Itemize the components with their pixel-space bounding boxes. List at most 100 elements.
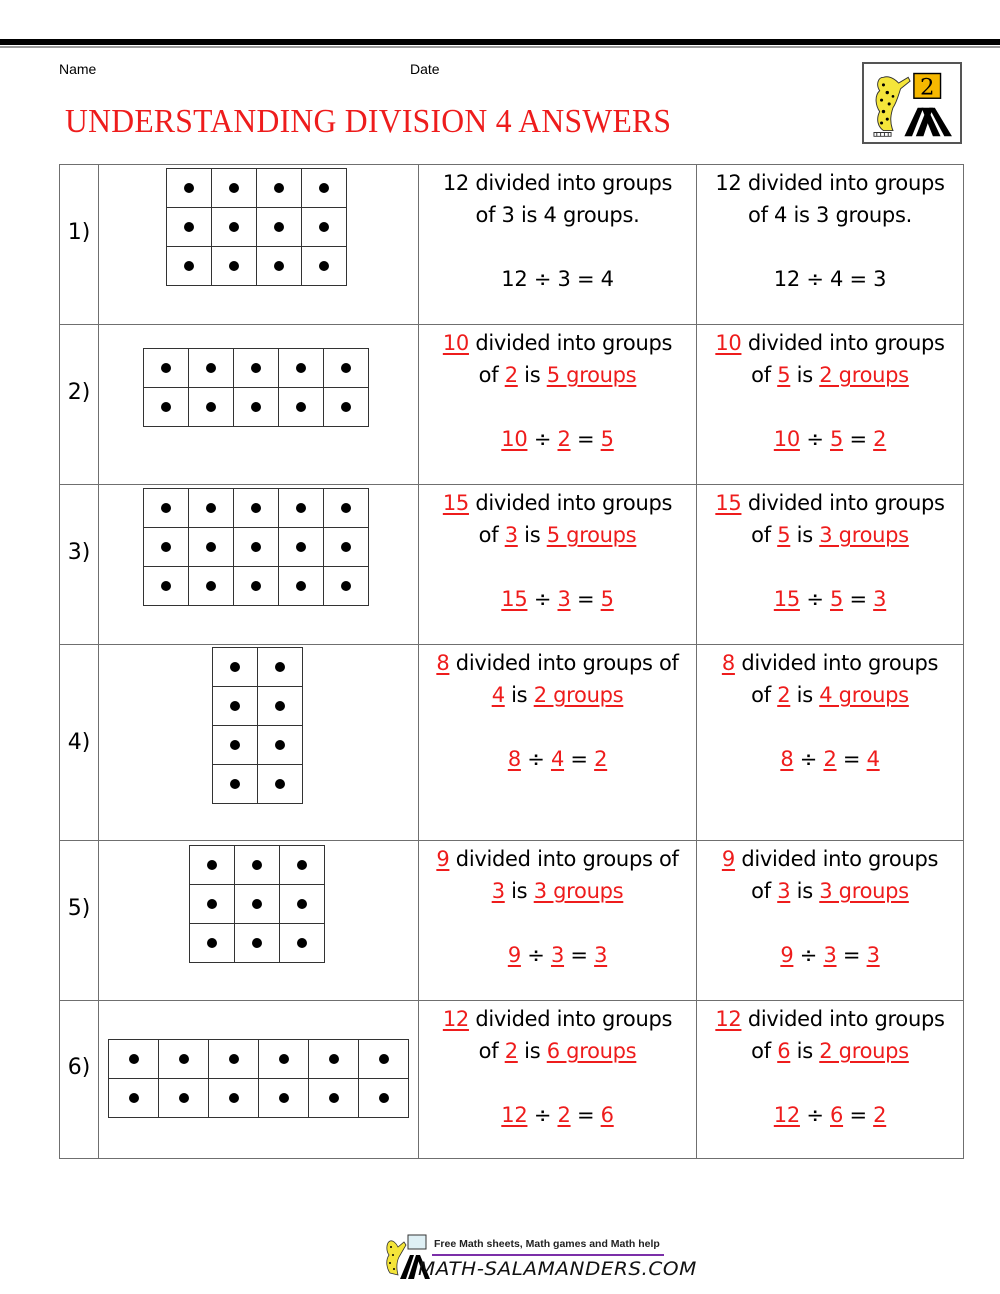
problem-number: 2) — [59, 324, 99, 485]
statement-text: of 4 is 3 groups. — [748, 203, 912, 227]
statement-text: divided into groups — [475, 331, 673, 355]
array-cell — [167, 169, 212, 208]
array-cell — [324, 528, 369, 567]
array-cell — [324, 489, 369, 528]
answer-group-count: 3 groups — [819, 523, 909, 547]
dot-icon — [230, 740, 240, 750]
division-equation: 9 ÷ 3 = 3 — [419, 939, 696, 971]
divide-sign: ÷ — [806, 427, 824, 451]
dot-icon — [297, 860, 307, 870]
answer-group-size: 5 — [777, 523, 791, 547]
division-equation: 12 ÷ 4 = 3 — [697, 263, 963, 295]
statement-line-1: 10 divided into groups — [419, 327, 696, 359]
dot-icon — [161, 503, 171, 513]
logo-number: 2 — [920, 74, 935, 100]
equals-sign: = — [576, 267, 595, 291]
dot-icon — [341, 363, 351, 373]
array-cell — [109, 1040, 159, 1079]
divide-sign: ÷ — [799, 943, 818, 967]
eq-total: 9 — [780, 943, 794, 967]
answer-group-count: 5 groups — [546, 523, 637, 547]
array-cell — [235, 846, 280, 885]
dot-array-cell — [98, 644, 419, 841]
division-equation: 9 ÷ 3 = 3 — [697, 939, 963, 971]
statement-line-2: of 3 is 3 groups — [697, 875, 963, 907]
dot-icon — [319, 261, 329, 271]
answer-group-size: 3 — [504, 523, 518, 547]
dot-icon — [229, 261, 239, 271]
statement-line-2: of 2 is 5 groups — [419, 359, 696, 391]
dot-icon — [251, 503, 261, 513]
dot-icon — [207, 899, 217, 909]
array-cell — [279, 528, 324, 567]
of-word: of — [751, 523, 771, 547]
dot-icon — [161, 363, 171, 373]
dot-icon — [128, 1093, 139, 1103]
array-cell — [259, 1040, 309, 1079]
eq-divisor: 4 — [830, 267, 844, 291]
answer-cell-b: 10 divided into groups of 5 is 2 groups 10… — [696, 324, 964, 485]
dot-icon — [229, 222, 239, 232]
answer-group-count: 2 groups — [819, 1039, 909, 1063]
answer-group-size: 4 — [491, 683, 505, 707]
array-cell — [189, 567, 234, 606]
array-cell — [234, 567, 279, 606]
eq-divisor: 2 — [557, 1103, 571, 1127]
of-word: of — [478, 1039, 499, 1063]
array-cell — [234, 349, 279, 388]
array-cell — [189, 528, 234, 567]
dot-icon — [184, 183, 194, 193]
footer-tagline: Free Math sheets, Math games and Math he… — [434, 1238, 660, 1250]
dot-icon — [206, 363, 216, 373]
array-cell — [213, 726, 258, 765]
of-word: of — [751, 1039, 771, 1063]
statement-line-1: 15 divided into groups — [419, 487, 696, 519]
dot-icon — [341, 581, 351, 591]
answer-group-count: 3 groups — [533, 879, 624, 903]
dot-icon — [296, 503, 306, 513]
dot-icon — [378, 1054, 389, 1064]
array-cell — [279, 567, 324, 606]
is-word: is — [796, 1039, 813, 1063]
statement-line-1: 10 divided into groups — [697, 327, 963, 359]
answer-cell-a: 12 divided into groups of 3 is 4 groups. 1… — [418, 164, 697, 325]
answer-group-count: 5 groups — [546, 363, 637, 387]
array-cell — [258, 765, 303, 804]
divide-sign: ÷ — [806, 1103, 824, 1127]
answer-group-size: 2 — [777, 683, 791, 707]
statement-line-1: 12 divided into groups — [697, 1003, 963, 1035]
problem-row: 5) 9 divided into groups of 3 is 3 groups 9… — [59, 840, 964, 1001]
array-cell — [189, 349, 234, 388]
dot-array-cell — [98, 164, 419, 325]
array-cell — [257, 208, 302, 247]
answer-cell-b: 8 divided into groups of 2 is 4 groups 8 ÷… — [696, 644, 964, 841]
array-cell — [159, 1040, 209, 1079]
answer-total: 8 — [436, 651, 450, 675]
array-cell — [189, 388, 234, 427]
eq-divisor: 3 — [550, 943, 565, 967]
of-word: of — [751, 683, 771, 707]
dot-icon — [207, 938, 217, 948]
array-cell — [302, 208, 347, 247]
is-word: is — [796, 879, 813, 903]
dot-icon — [251, 542, 261, 552]
array-cell — [259, 1079, 309, 1118]
answer-total: 12 — [442, 1007, 469, 1031]
answer-group-count: 2 groups — [533, 683, 624, 707]
dot-icon — [296, 363, 306, 373]
dot-icon — [252, 860, 262, 870]
array-cell — [109, 1079, 159, 1118]
dot-icon — [328, 1054, 339, 1064]
answer-cell-a: 9 divided into groups of 3 is 3 groups 9 ÷… — [418, 840, 697, 1001]
array-cell — [309, 1040, 359, 1079]
dot-icon — [296, 402, 306, 412]
equals-sign: = — [849, 267, 867, 291]
eq-total: 8 — [780, 747, 794, 771]
divide-sign: ÷ — [533, 587, 552, 611]
name-label: Name — [59, 61, 97, 77]
answer-group-size: 6 — [777, 1039, 791, 1063]
statement-line-1: 8 divided into groups of — [419, 647, 696, 679]
array-cell — [359, 1079, 409, 1118]
dot-icon — [275, 662, 285, 672]
array-cell — [279, 349, 324, 388]
